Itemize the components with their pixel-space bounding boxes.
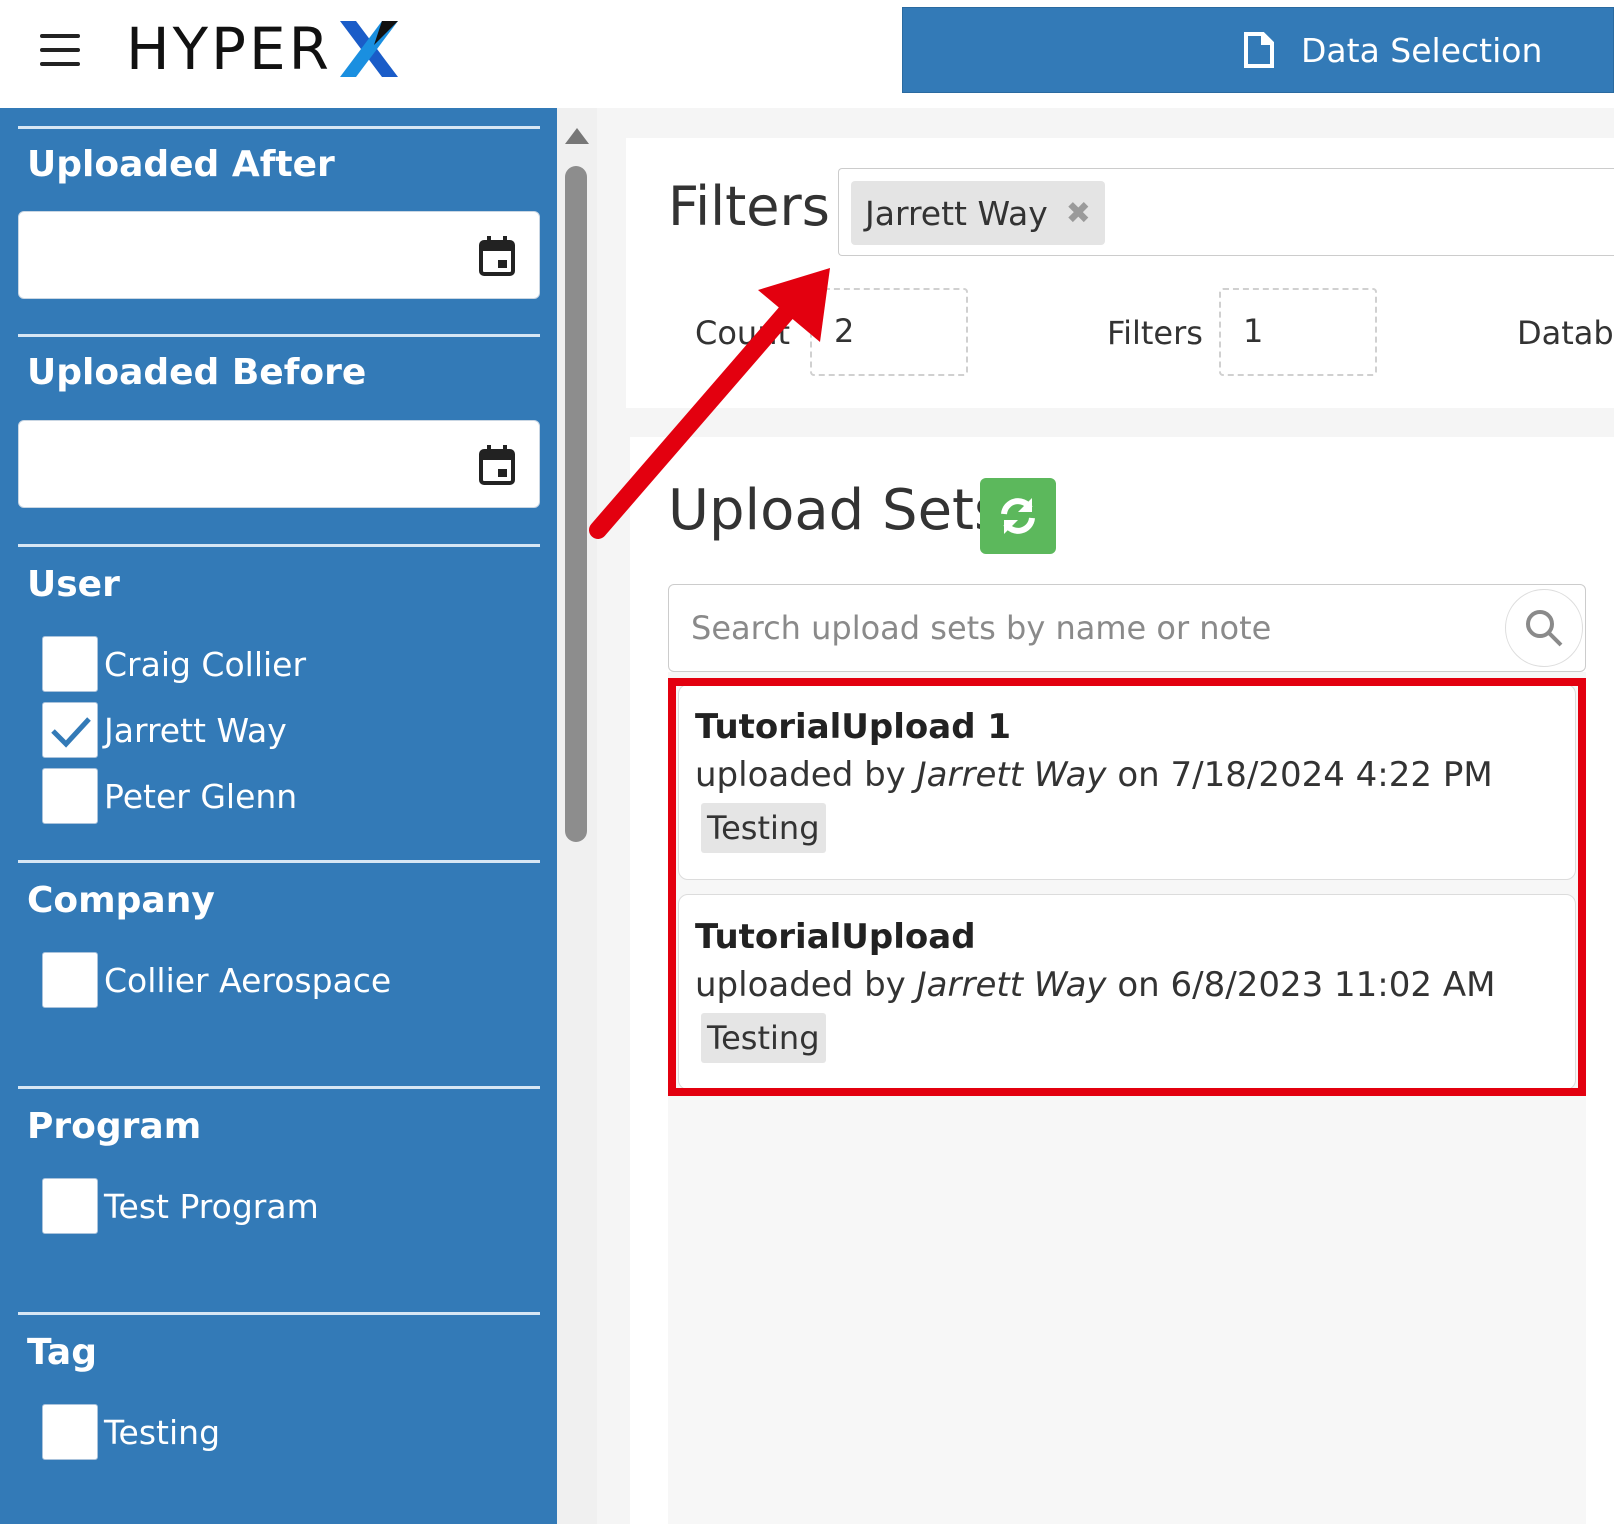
search-input[interactable]: [669, 585, 1489, 671]
filters-title: Filters: [668, 175, 830, 238]
company-title: Company: [27, 880, 215, 921]
calendar-icon[interactable]: [479, 236, 515, 276]
search-icon: [1526, 610, 1563, 647]
logo-text: HYPER: [126, 15, 332, 83]
company-option-collier-aerospace[interactable]: Collier Aerospace: [42, 952, 391, 1008]
remove-filter-icon[interactable]: ✖: [1066, 196, 1091, 231]
uploaded-before-input[interactable]: [19, 421, 459, 507]
hamburger-menu-icon[interactable]: [38, 32, 84, 68]
refresh-icon: [1001, 498, 1035, 534]
user-option-jarrett-way[interactable]: Jarrett Way: [42, 702, 287, 758]
divider: [18, 860, 540, 863]
checkbox-label: Testing: [104, 1412, 221, 1452]
checkbox[interactable]: [42, 636, 98, 692]
checkbox-label: Peter Glenn: [104, 776, 298, 816]
checkbox[interactable]: [42, 768, 98, 824]
upload-sets-title: Upload Sets: [668, 478, 1004, 543]
checkbox[interactable]: [42, 1178, 98, 1234]
program-title: Program: [27, 1106, 202, 1147]
checkbox[interactable]: [42, 1404, 98, 1460]
checkbox[interactable]: [42, 952, 98, 1008]
tag-option-testing[interactable]: Testing: [42, 1404, 220, 1460]
scroll-thumb[interactable]: [565, 166, 587, 842]
checkmark-icon: [51, 717, 91, 748]
filters-count-value: 1: [1219, 288, 1377, 376]
document-icon: [1244, 32, 1274, 68]
count-label: Count: [695, 314, 791, 352]
uploaded-after-title: Uploaded After: [27, 144, 335, 185]
data-selection-button[interactable]: Data Selection: [902, 7, 1614, 93]
user-option-peter-glenn[interactable]: Peter Glenn: [42, 768, 297, 824]
checkbox-label: Craig Collier: [104, 644, 307, 684]
divider: [18, 1312, 540, 1315]
search-button[interactable]: [1505, 589, 1583, 667]
scroll-up-arrow-icon[interactable]: [565, 128, 589, 144]
checkbox-checked[interactable]: [42, 702, 98, 758]
app-root: HYPER Data Selection Uploaded After Uplo…: [0, 0, 1614, 1524]
tag-title: Tag: [27, 1332, 97, 1373]
filter-chip-jarrett-way: Jarrett Way ✖: [851, 181, 1105, 245]
sidebar-scrollbar[interactable]: [557, 108, 597, 1524]
divider: [18, 544, 540, 547]
refresh-button[interactable]: [980, 478, 1056, 554]
uploaded-after-field[interactable]: [18, 211, 540, 299]
divider: [18, 334, 540, 337]
logo: HYPER: [126, 14, 404, 84]
database-label: Databa: [1517, 314, 1614, 352]
program-option-test-program[interactable]: Test Program: [42, 1178, 319, 1234]
calendar-icon[interactable]: [479, 445, 515, 485]
uploaded-after-input[interactable]: [19, 212, 459, 298]
checkbox-label: Test Program: [104, 1186, 319, 1226]
data-selection-label: Data Selection: [1301, 30, 1543, 70]
divider: [18, 126, 540, 129]
highlight-box: [668, 678, 1586, 1096]
user-option-craig-collier[interactable]: Craig Collier: [42, 636, 306, 692]
filters-count-label: Filters: [1107, 314, 1203, 352]
upload-sets-search[interactable]: [668, 584, 1586, 672]
count-value: 2: [810, 288, 968, 376]
header: HYPER Data Selection: [0, 0, 1614, 108]
filter-sidebar: Uploaded After Uploaded Before User Crai…: [0, 108, 557, 1524]
uploaded-before-field[interactable]: [18, 420, 540, 508]
logo-x-icon: [339, 21, 398, 77]
user-title: User: [27, 564, 120, 605]
divider: [18, 1086, 540, 1089]
checkbox-label: Jarrett Way: [104, 710, 287, 750]
uploaded-before-title: Uploaded Before: [27, 352, 367, 393]
filter-chip-label: Jarrett Way: [865, 193, 1048, 233]
checkbox-label: Collier Aerospace: [104, 960, 392, 1000]
active-filters-box[interactable]: Jarrett Way ✖: [838, 168, 1614, 256]
